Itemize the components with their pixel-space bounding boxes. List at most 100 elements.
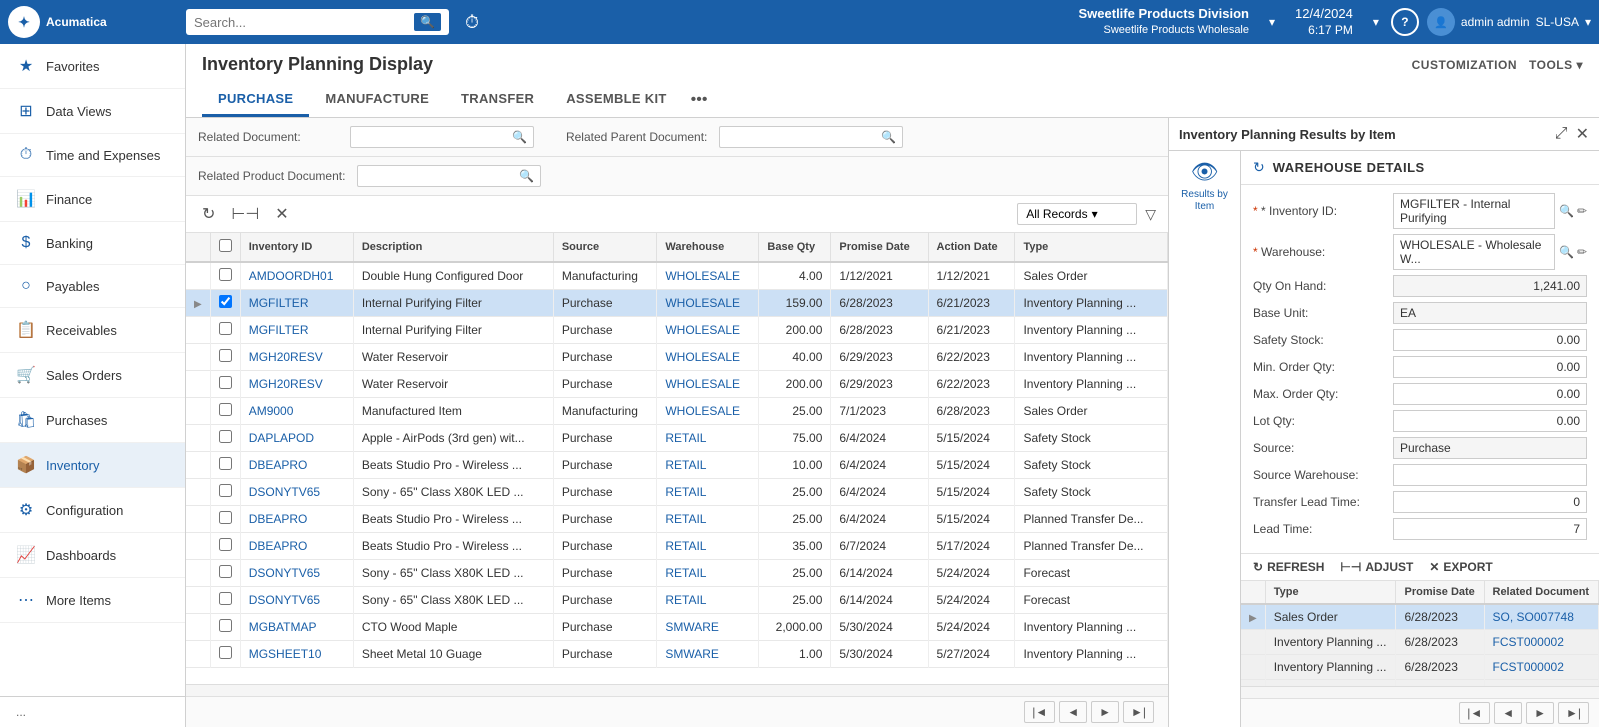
tab-manufacture[interactable]: MANUFACTURE: [309, 83, 445, 117]
sidebar-item-inventory[interactable]: 📦 Inventory: [0, 443, 185, 488]
safety-stock-value[interactable]: 0.00: [1393, 329, 1587, 351]
col-base-qty[interactable]: Base Qty: [759, 233, 831, 262]
row-inventory-id[interactable]: MGH20RESV: [240, 344, 353, 371]
row-checkbox-cell[interactable]: [210, 398, 240, 425]
row-checkbox[interactable]: [219, 592, 232, 605]
row-warehouse[interactable]: RETAIL: [657, 506, 759, 533]
related-doc-input[interactable]: 🔍: [350, 126, 534, 148]
warehouse-value[interactable]: WHOLESALE - Wholesale W...: [1393, 234, 1555, 270]
company-dropdown[interactable]: ▾: [1265, 15, 1279, 29]
lot-qty-value[interactable]: 0.00: [1393, 410, 1587, 432]
row-inventory-id[interactable]: DBEAPRO: [240, 506, 353, 533]
sidebar-item-finance[interactable]: 📊 Finance: [0, 177, 185, 222]
row-warehouse[interactable]: RETAIL: [657, 452, 759, 479]
clear-button[interactable]: ✕: [271, 202, 292, 226]
row-checkbox[interactable]: [219, 646, 232, 659]
row-checkbox-cell[interactable]: [210, 506, 240, 533]
search-bar[interactable]: 🔍: [186, 9, 449, 35]
sidebar-item-configuration[interactable]: ⚙ Configuration: [0, 488, 185, 533]
wh-adjust-button[interactable]: ⊢⊣ ADJUST: [1340, 560, 1413, 574]
row-checkbox[interactable]: [219, 484, 232, 497]
row-warehouse[interactable]: WHOLESALE: [657, 344, 759, 371]
tab-transfer[interactable]: TRANSFER: [445, 83, 550, 117]
max-order-qty-value[interactable]: 0.00: [1393, 383, 1587, 405]
row-inventory-id[interactable]: DAPLAPOD: [240, 425, 353, 452]
wh-row-related-doc[interactable]: FCST000002: [1484, 655, 1599, 680]
row-warehouse[interactable]: RETAIL: [657, 560, 759, 587]
datetime-dropdown[interactable]: ▾: [1369, 15, 1383, 29]
row-checkbox[interactable]: [219, 322, 232, 335]
records-dropdown[interactable]: All Records ▾: [1017, 203, 1137, 225]
wh-next-page[interactable]: ►: [1526, 702, 1554, 724]
warehouse-edit-icon[interactable]: ✏: [1577, 245, 1587, 259]
inventory-id-edit-icon[interactable]: ✏: [1577, 204, 1587, 218]
row-checkbox-cell[interactable]: [210, 290, 240, 317]
sidebar-item-time-expenses[interactable]: ⏱ Time and Expenses: [0, 134, 185, 177]
sidebar-item-payables[interactable]: ○ Payables: [0, 265, 185, 308]
row-inventory-id[interactable]: DBEAPRO: [240, 533, 353, 560]
sidebar-item-favorites[interactable]: ★ Favorites: [0, 44, 185, 89]
row-checkbox[interactable]: [219, 538, 232, 551]
tab-assemble-kit[interactable]: ASSEMBLE KIT: [550, 83, 682, 117]
row-inventory-id[interactable]: DSONYTV65: [240, 479, 353, 506]
inventory-id-value[interactable]: MGFILTER - Internal Purifying: [1393, 193, 1555, 229]
related-parent-search-icon[interactable]: 🔍: [881, 130, 896, 144]
row-inventory-id[interactable]: MGH20RESV: [240, 371, 353, 398]
col-action-date[interactable]: Action Date: [928, 233, 1015, 262]
last-page-button[interactable]: ►|: [1123, 701, 1154, 723]
related-doc-field[interactable]: [357, 130, 512, 144]
row-warehouse[interactable]: RETAIL: [657, 533, 759, 560]
row-warehouse[interactable]: SMWARE: [657, 614, 759, 641]
wh-refresh-button[interactable]: ↻ REFRESH: [1253, 560, 1324, 574]
history-button[interactable]: ⏱: [457, 12, 487, 33]
sidebar-item-more-items[interactable]: ⋯ More Items: [0, 578, 185, 623]
related-parent-field[interactable]: [726, 130, 881, 144]
wh-export-button[interactable]: ✕ EXPORT: [1429, 560, 1492, 574]
close-panel-button[interactable]: ✕: [1576, 124, 1589, 144]
row-checkbox-cell[interactable]: [210, 452, 240, 479]
row-checkbox-cell[interactable]: [210, 614, 240, 641]
row-checkbox-cell[interactable]: [210, 262, 240, 290]
warehouse-search-icon[interactable]: 🔍: [1559, 245, 1574, 259]
sidebar-item-data-views[interactable]: ⊞ Data Views: [0, 89, 185, 134]
search-button[interactable]: 🔍: [414, 13, 441, 31]
row-warehouse[interactable]: WHOLESALE: [657, 317, 759, 344]
related-product-input[interactable]: 🔍: [357, 165, 541, 187]
row-inventory-id[interactable]: AMDOORDH01: [240, 262, 353, 290]
tools-button[interactable]: TOOLS ▾: [1529, 58, 1583, 72]
wh-row-related-doc[interactable]: SO, SO007748: [1484, 604, 1599, 630]
next-page-button[interactable]: ►: [1091, 701, 1119, 723]
min-order-qty-value[interactable]: 0.00: [1393, 356, 1587, 378]
related-parent-input[interactable]: 🔍: [719, 126, 903, 148]
row-checkbox[interactable]: [219, 403, 232, 416]
row-checkbox[interactable]: [219, 430, 232, 443]
col-inventory-id[interactable]: Inventory ID: [240, 233, 353, 262]
col-source[interactable]: Source: [553, 233, 657, 262]
wh-refresh-icon[interactable]: ↻: [1253, 159, 1265, 176]
row-warehouse[interactable]: RETAIL: [657, 479, 759, 506]
row-checkbox[interactable]: [219, 295, 232, 308]
wh-col-promise-date[interactable]: Promise Date: [1396, 581, 1484, 604]
help-button[interactable]: ?: [1391, 8, 1419, 36]
row-checkbox-cell[interactable]: [210, 587, 240, 614]
user-dropdown[interactable]: ▾: [1585, 15, 1591, 29]
row-warehouse[interactable]: SMWARE: [657, 641, 759, 668]
col-promise-date[interactable]: Promise Date: [831, 233, 928, 262]
col-description[interactable]: Description: [353, 233, 553, 262]
select-all-checkbox[interactable]: [219, 239, 232, 252]
sidebar-collapse[interactable]: ...: [0, 696, 185, 727]
row-inventory-id[interactable]: MGSHEET10: [240, 641, 353, 668]
col-type[interactable]: Type: [1015, 233, 1168, 262]
row-warehouse[interactable]: WHOLESALE: [657, 290, 759, 317]
row-inventory-id[interactable]: DSONYTV65: [240, 587, 353, 614]
prev-page-button[interactable]: ◄: [1059, 701, 1087, 723]
row-checkbox[interactable]: [219, 268, 232, 281]
related-product-field[interactable]: [364, 169, 519, 183]
tabs-more-button[interactable]: •••: [683, 83, 716, 117]
results-by-item-panel[interactable]: 👁 Results byItem: [1169, 151, 1241, 727]
wh-prev-page[interactable]: ◄: [1494, 702, 1522, 724]
row-inventory-id[interactable]: DBEAPRO: [240, 452, 353, 479]
first-page-button[interactable]: |◄: [1024, 701, 1055, 723]
row-checkbox-cell[interactable]: [210, 641, 240, 668]
sidebar-item-receivables[interactable]: 📋 Receivables: [0, 308, 185, 353]
